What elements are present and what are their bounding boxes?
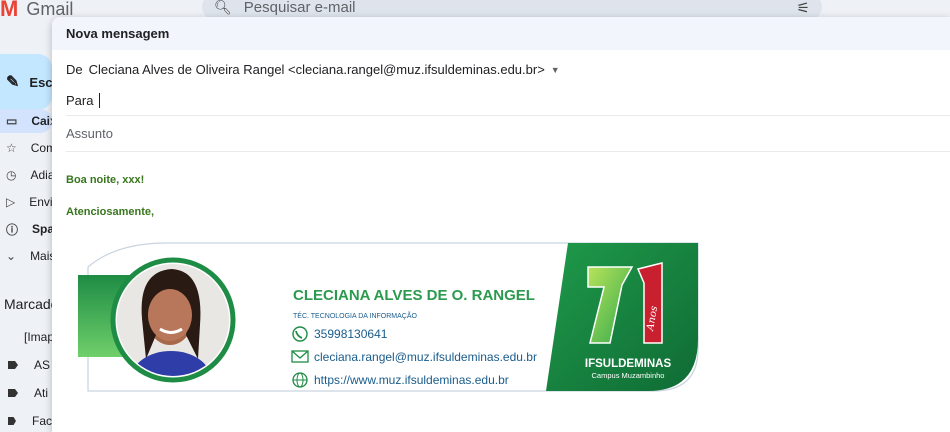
sidebar-item-more[interactable]: ⌄ Mais: [0, 244, 52, 268]
sidebar-item-label: Mais: [30, 249, 52, 263]
signature-phone: 35998130641: [314, 327, 388, 341]
sidebar: ✎ Escrever ▭ Caixa de entrada ☆ Com estr…: [0, 20, 84, 432]
search-input[interactable]: Pesquisar e-mail: [244, 0, 356, 16]
from-row: De Cleciana Alves de Oliveira Rangel <cl…: [66, 54, 950, 85]
to-label: Para: [66, 92, 94, 108]
gmail-m-icon: M: [0, 0, 19, 21]
compose-button[interactable]: ✎ Escrever: [0, 54, 84, 110]
subject-field[interactable]: Assunto: [66, 116, 950, 152]
star-icon: ☆: [6, 141, 17, 155]
sidebar-item-snoozed[interactable]: ◷ Adiados: [0, 163, 52, 187]
label-text: AS: [34, 358, 51, 372]
sidebar-item-label: Enviados: [29, 195, 52, 209]
compose-title: Nova mensagem: [66, 26, 170, 41]
label-icon: [8, 389, 18, 397]
signature-email: cleciana.rangel@muz.ifsuldeminas.edu.br: [314, 350, 537, 364]
label-item[interactable]: Ati: [0, 382, 52, 404]
label-text: [Imap]: [24, 330, 52, 344]
compose-window: Nova mensagem De Cleciana Alves de Olive…: [52, 17, 950, 432]
to-row: Para: [66, 85, 950, 116]
label-icon: [8, 361, 18, 369]
search-icon[interactable]: 🔍︎: [214, 0, 232, 16]
signature-name: CLECIANA ALVES DE O. RANGEL: [293, 287, 535, 304]
search-options-icon[interactable]: ⚟: [797, 0, 810, 17]
label-text: Fac: [31, 414, 52, 428]
sidebar-item-label: Adiados: [30, 168, 52, 182]
signature-role: TÉC. TECNOLOGIA DA INFORMAÇÃO: [293, 311, 418, 320]
sidebar-item-label: Caixa de entrada: [31, 114, 52, 128]
sidebar-item-starred[interactable]: ☆ Com estrela: [0, 136, 52, 160]
inbox-icon: ▭: [6, 114, 18, 128]
sidebar-item-sent[interactable]: ▷ Enviados: [0, 190, 52, 214]
pencil-icon: ✎: [6, 74, 20, 91]
sidebar-item-inbox[interactable]: ▭ Caixa de entrada: [0, 109, 52, 133]
institution-name: IFSULDEMINAS: [585, 358, 672, 370]
compose-header[interactable]: Nova mensagem: [52, 17, 950, 50]
label-item[interactable]: AS: [0, 354, 52, 376]
sidebar-item-spam[interactable]: ⓘ Spam: [0, 217, 52, 241]
send-icon: ▷: [6, 195, 16, 209]
from-dropdown-icon[interactable]: ▼: [551, 65, 560, 75]
label-text: Ati: [34, 386, 49, 400]
sidebar-item-label: Spam: [32, 222, 52, 236]
signature-website: https://www.muz.ifsuldeminas.edu.br: [314, 373, 509, 387]
spam-icon: ⓘ: [6, 222, 19, 237]
from-label: De: [66, 62, 83, 77]
from-select[interactable]: Cleciana Alves de Oliveira Rangel <cleci…: [89, 62, 545, 77]
label-icon: [8, 417, 16, 425]
email-signature: CLECIANA ALVES DE O. RANGEL TÉC. TECNOLO…: [78, 242, 699, 392]
campus-name: Campus Muzambinho: [592, 371, 665, 380]
sidebar-item-label: Com estrela: [30, 141, 52, 155]
closing-text: Atenciosamente,: [66, 206, 155, 218]
label-item[interactable]: Fac: [0, 410, 52, 432]
to-input[interactable]: [99, 92, 101, 108]
chevron-down-icon: ⌄: [6, 249, 17, 263]
label-item[interactable]: [Imap]: [0, 326, 52, 348]
greeting-text: Boa noite, xxx!: [66, 174, 145, 186]
clock-icon: ◷: [6, 168, 17, 182]
